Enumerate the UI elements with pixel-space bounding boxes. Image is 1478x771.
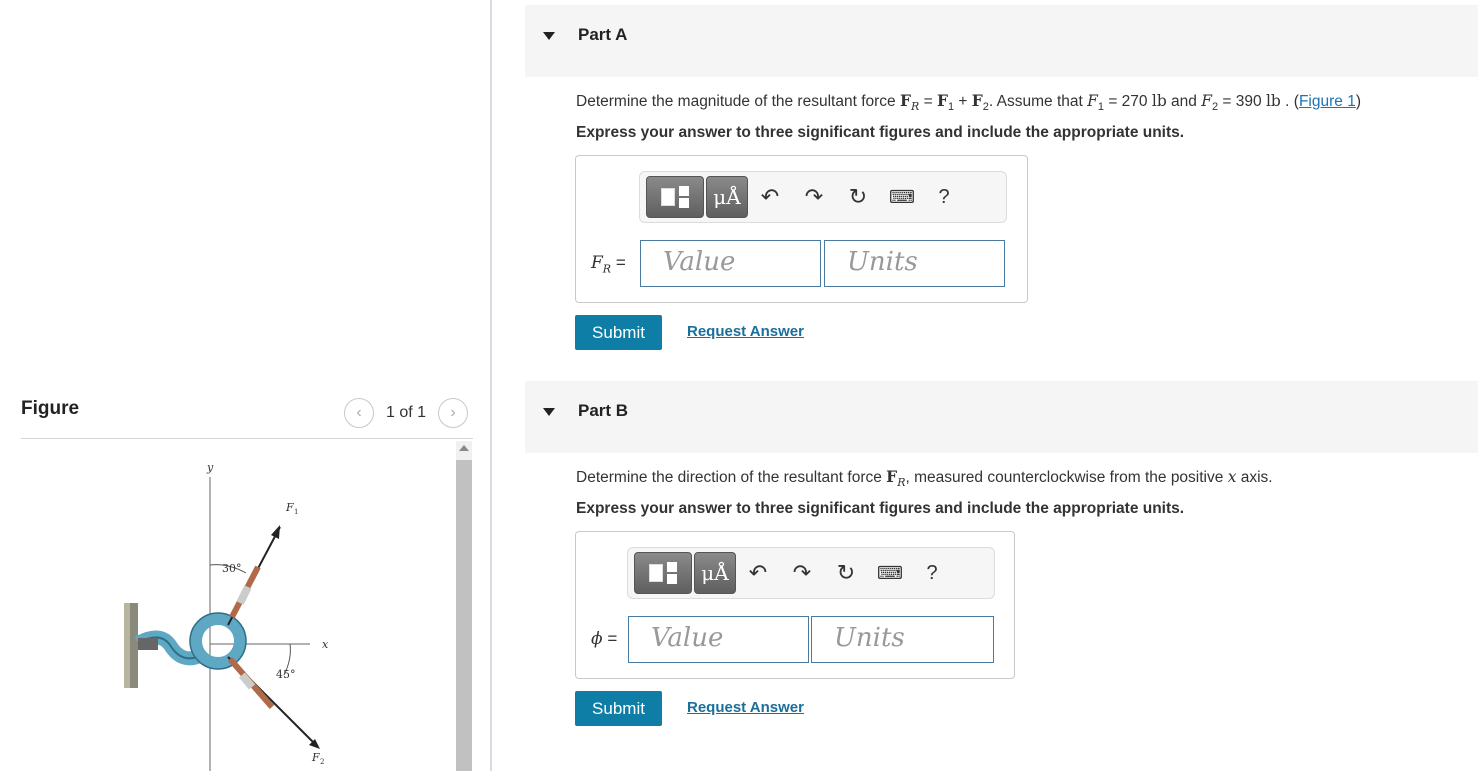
bolt-thread — [138, 638, 158, 650]
label-f1: F — [285, 501, 294, 514]
part-a-variable-label: FR = — [591, 253, 626, 276]
part-a-request-answer-link[interactable]: Request Answer — [687, 323, 804, 340]
wall-face — [124, 603, 130, 688]
help-button[interactable]: ? — [912, 562, 952, 585]
templates-button[interactable] — [646, 176, 704, 218]
part-a-instruction: Express your answer to three significant… — [576, 124, 1185, 141]
keyboard-icon[interactable]: ⌨ — [868, 552, 912, 594]
figure-title: Figure — [21, 398, 80, 419]
keyboard-icon[interactable]: ⌨ — [880, 176, 924, 218]
label-f2-sub: 2 — [320, 758, 324, 766]
label-x: x — [322, 638, 329, 651]
part-b-answer-box: μÅ ↶ ↷ ↻ ⌨ ? ϕ = Value Units — [575, 531, 1015, 679]
part-b-variable-label: ϕ = — [591, 629, 618, 649]
label-f2: F — [311, 751, 320, 764]
units-button[interactable]: μÅ — [706, 176, 748, 218]
part-a-value-input[interactable]: Value — [640, 240, 821, 287]
label-angle-30: 30° — [222, 562, 242, 575]
part-a-toolbar: μÅ ↶ ↷ ↻ ⌨ ? — [639, 171, 1007, 223]
undo-icon[interactable]: ↶ — [736, 552, 780, 594]
part-a-units-input[interactable]: Units — [824, 240, 1005, 287]
f1-link — [236, 585, 252, 605]
part-b-header[interactable]: Part B — [525, 381, 1478, 453]
figure-divider — [21, 438, 473, 439]
figure-counter: 1 of 1 — [386, 404, 427, 421]
caret-down-icon[interactable] — [543, 408, 555, 416]
reset-icon[interactable]: ↻ — [836, 176, 880, 218]
figure-nav: ‹ 1 of 1 › — [344, 398, 469, 428]
scroll-up-icon[interactable] — [459, 445, 469, 451]
help-button[interactable]: ? — [924, 186, 964, 209]
figure-link[interactable]: Figure 1 — [1299, 93, 1356, 110]
part-b-title: Part B — [578, 401, 629, 420]
f1-arrowhead — [271, 525, 280, 539]
label-angle-45: 45° — [276, 668, 296, 681]
part-b-submit-button[interactable]: Submit — [575, 691, 662, 726]
force-diagram: y x F 1 F 2 30° 45° — [124, 461, 329, 771]
part-a-question: Determine the magnitude of the resultant… — [576, 91, 1361, 114]
redo-icon[interactable]: ↷ — [780, 552, 824, 594]
chevron-right-icon[interactable]: › — [438, 398, 469, 428]
f2-link — [238, 672, 256, 690]
label-y: y — [206, 461, 214, 474]
caret-down-icon[interactable] — [543, 32, 555, 40]
reset-icon[interactable]: ↻ — [824, 552, 868, 594]
label-f1-sub: 1 — [294, 508, 298, 516]
part-b-toolbar: μÅ ↶ ↷ ↻ ⌨ ? — [627, 547, 995, 599]
templates-button[interactable] — [634, 552, 692, 594]
scrollbar-thumb[interactable] — [456, 460, 472, 771]
panel-divider — [490, 0, 492, 771]
part-a-header[interactable]: Part A — [525, 5, 1478, 77]
chevron-left-icon[interactable]: ‹ — [344, 398, 374, 428]
part-b-value-input[interactable]: Value — [628, 616, 809, 663]
undo-icon[interactable]: ↶ — [748, 176, 792, 218]
part-b-units-input[interactable]: Units — [811, 616, 994, 663]
part-b-question: Determine the direction of the resultant… — [576, 467, 1273, 490]
redo-icon[interactable]: ↷ — [792, 176, 836, 218]
part-b-request-answer-link[interactable]: Request Answer — [687, 699, 804, 716]
part-a-title: Part A — [578, 25, 628, 44]
part-a-answer-box: μÅ ↶ ↷ ↻ ⌨ ? FR = Value Units — [575, 155, 1028, 303]
part-b-instruction: Express your answer to three significant… — [576, 500, 1185, 517]
units-button[interactable]: μÅ — [694, 552, 736, 594]
part-a-submit-button[interactable]: Submit — [575, 315, 662, 350]
eye-ring — [190, 613, 246, 669]
